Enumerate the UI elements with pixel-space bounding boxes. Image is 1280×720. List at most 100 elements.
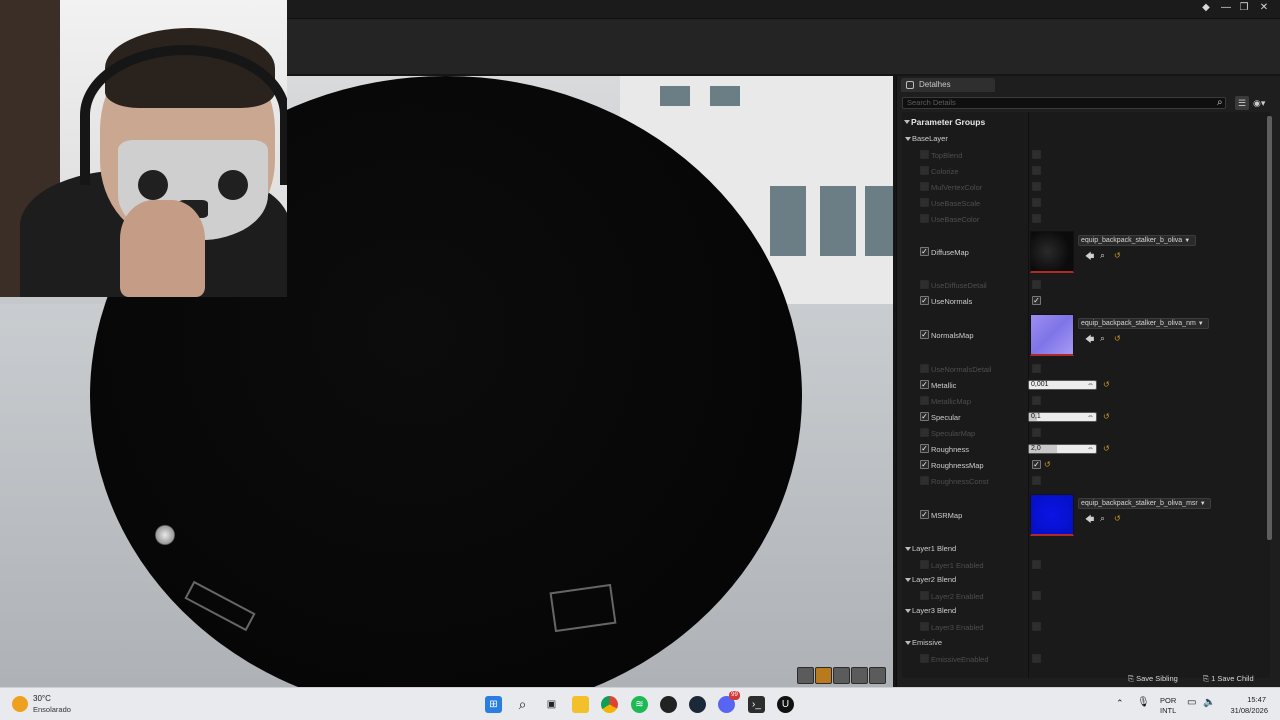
collapse-arrow-icon[interactable]: [905, 547, 911, 551]
layer2-enabled-override-checkbox[interactable]: [920, 591, 929, 600]
weather-icon[interactable]: [12, 696, 28, 712]
specular-map-override-checkbox[interactable]: [920, 428, 929, 437]
metallic-map-override-checkbox[interactable]: [920, 396, 929, 405]
roughness-map-override-checkbox[interactable]: ✓: [920, 460, 929, 469]
top-blend-override-checkbox[interactable]: [920, 150, 929, 159]
browse-asset-icon[interactable]: ⌕: [1100, 334, 1105, 343]
file-explorer-icon[interactable]: [572, 696, 589, 713]
close-button[interactable]: ✕: [1256, 1, 1272, 15]
roughness-override-checkbox[interactable]: ✓: [920, 444, 929, 453]
start-menu-icon[interactable]: ⊞: [485, 696, 502, 713]
minimize-button[interactable]: —: [1218, 1, 1234, 15]
section-layer3-blend[interactable]: Layer3 Blend: [912, 606, 956, 615]
cube-preview-button[interactable]: [851, 667, 868, 684]
mul-vertex-color-override-checkbox[interactable]: [920, 182, 929, 191]
use-base-color-override-checkbox[interactable]: [920, 214, 929, 223]
mesh-preview-button[interactable]: [869, 667, 886, 684]
specular-value-input[interactable]: 0,1 ⇔: [1028, 412, 1097, 422]
use-base-scale-value-checkbox[interactable]: [1032, 198, 1041, 207]
microphone-icon[interactable]: 🎙: [1137, 697, 1150, 708]
search-icon[interactable]: ⌕: [1217, 97, 1228, 108]
colorize-value-checkbox[interactable]: [1032, 166, 1041, 175]
layer3-enabled-value-checkbox[interactable]: [1032, 622, 1041, 631]
sphere-preview-button[interactable]: [815, 667, 832, 684]
layer1-enabled-override-checkbox[interactable]: [920, 560, 929, 569]
terminal-icon[interactable]: ›_: [748, 696, 765, 713]
unreal-engine-icon[interactable]: U: [777, 696, 794, 713]
use-diffuse-detail-value-checkbox[interactable]: [1032, 280, 1041, 289]
use-normals-detail-value-checkbox[interactable]: [1032, 364, 1041, 373]
diffuse-map-thumbnail[interactable]: [1030, 231, 1074, 273]
normals-map-override-checkbox[interactable]: ✓: [920, 330, 929, 339]
speaker-icon[interactable]: 🔈: [1203, 697, 1215, 708]
roughness-map-value-checkbox[interactable]: ✓: [1032, 460, 1041, 469]
section-layer1-blend[interactable]: Layer1 Blend: [912, 544, 956, 553]
browse-asset-icon[interactable]: ⌕: [1100, 251, 1105, 260]
normals-map-asset-picker[interactable]: equip_backpack_stalker_b_oliva_nm ▼: [1078, 318, 1209, 329]
use-diffuse-detail-override-checkbox[interactable]: [920, 280, 929, 289]
tray-overflow-icon[interactable]: ⌃: [1116, 698, 1124, 709]
keyboard-language-top[interactable]: POR: [1160, 696, 1176, 705]
use-selected-arrow-icon[interactable]: 🡄: [1085, 515, 1094, 524]
msr-map-asset-picker[interactable]: equip_backpack_stalker_b_oliva_msr ▼: [1078, 498, 1211, 509]
emissive-enabled-value-checkbox[interactable]: [1032, 654, 1041, 663]
roughness-value-input[interactable]: 2,0 ⇔: [1028, 444, 1097, 454]
section-layer2-blend[interactable]: Layer2 Blend: [912, 575, 956, 584]
maximize-button[interactable]: ❐: [1236, 1, 1252, 15]
use-normals-detail-override-checkbox[interactable]: [920, 364, 929, 373]
section-base-layer[interactable]: BaseLayer: [912, 134, 948, 143]
app-icon[interactable]: [660, 696, 677, 713]
search-icon[interactable]: ⌕: [514, 696, 531, 713]
top-blend-value-checkbox[interactable]: [1032, 150, 1041, 159]
plane-preview-button[interactable]: [833, 667, 850, 684]
use-base-scale-override-checkbox[interactable]: [920, 198, 929, 207]
cylinder-preview-button[interactable]: [797, 667, 814, 684]
mul-vertex-color-value-checkbox[interactable]: [1032, 182, 1041, 191]
metallic-map-value-checkbox[interactable]: [1032, 396, 1041, 405]
layer3-enabled-override-checkbox[interactable]: [920, 622, 929, 631]
use-selected-arrow-icon[interactable]: 🡄: [1085, 335, 1094, 344]
task-view-icon[interactable]: ▣: [543, 696, 560, 713]
use-normals-override-checkbox[interactable]: ✓: [920, 296, 929, 305]
eye-visibility-icon[interactable]: ◉▾: [1253, 96, 1277, 110]
spotify-icon[interactable]: ≋: [631, 696, 648, 713]
layer1-enabled-value-checkbox[interactable]: [1032, 560, 1041, 569]
roughness-const-override-checkbox[interactable]: [920, 476, 929, 485]
clock-date[interactable]: 31/08/2026: [1222, 706, 1268, 715]
collapse-arrow-icon[interactable]: [904, 120, 910, 124]
tab-details[interactable]: Detalhes: [901, 78, 995, 92]
chrome-icon[interactable]: [601, 696, 618, 713]
keyboard-language-bottom[interactable]: INTL: [1160, 706, 1176, 715]
reset-to-default-icon[interactable]: ↺: [1103, 381, 1110, 389]
reset-to-default-icon[interactable]: ↺: [1114, 252, 1121, 260]
reset-to-default-icon[interactable]: ↺: [1044, 461, 1051, 469]
reset-to-default-icon[interactable]: ↺: [1114, 515, 1121, 523]
colorize-override-checkbox[interactable]: [920, 166, 929, 175]
reset-to-default-icon[interactable]: ↺: [1114, 335, 1121, 343]
layer2-enabled-value-checkbox[interactable]: [1032, 591, 1041, 600]
steam-icon[interactable]: [689, 696, 706, 713]
save-child-button[interactable]: ⎘ 1 Save Child: [1203, 673, 1254, 685]
collapse-arrow-icon[interactable]: [905, 641, 911, 645]
search-details-input[interactable]: Search Details: [902, 97, 1226, 109]
emissive-enabled-override-checkbox[interactable]: [920, 654, 929, 663]
diffuse-map-override-checkbox[interactable]: ✓: [920, 247, 929, 256]
save-sibling-button[interactable]: ⎘ Save Sibling: [1128, 673, 1178, 685]
msr-map-thumbnail[interactable]: [1030, 494, 1074, 536]
clock-time[interactable]: 15:47: [1222, 695, 1266, 704]
details-scrollbar[interactable]: [1267, 116, 1272, 540]
use-base-color-value-checkbox[interactable]: [1032, 214, 1041, 223]
collapse-arrow-icon[interactable]: [905, 137, 911, 141]
specular-map-value-checkbox[interactable]: [1032, 428, 1041, 437]
msr-map-override-checkbox[interactable]: ✓: [920, 510, 929, 519]
reset-to-default-icon[interactable]: ↺: [1103, 413, 1110, 421]
use-selected-arrow-icon[interactable]: 🡄: [1085, 252, 1094, 261]
collapse-arrow-icon[interactable]: [905, 578, 911, 582]
specular-override-checkbox[interactable]: ✓: [920, 412, 929, 421]
normals-map-thumbnail[interactable]: [1030, 314, 1074, 356]
collapse-arrow-icon[interactable]: [905, 609, 911, 613]
browse-asset-icon[interactable]: ⌕: [1100, 514, 1105, 523]
diffuse-map-asset-picker[interactable]: equip_backpack_stalker_b_oliva ▼: [1078, 235, 1196, 246]
roughness-const-value-checkbox[interactable]: [1032, 476, 1041, 485]
section-emissive[interactable]: Emissive: [912, 638, 942, 647]
